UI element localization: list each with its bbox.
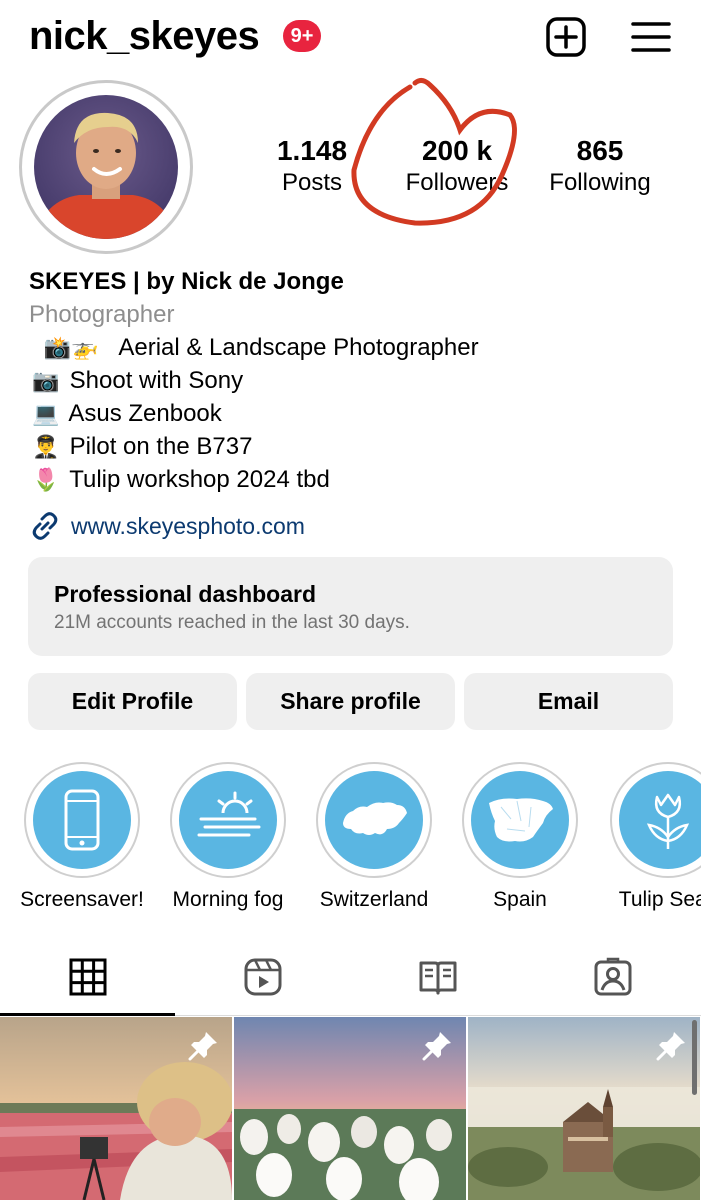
post-thumbnail[interactable]: [0, 1017, 232, 1200]
following-label: Following: [549, 169, 651, 196]
following-count: 865: [576, 135, 624, 166]
followers-stat[interactable]: 200 k Followers: [392, 135, 522, 199]
fog-icon: [179, 771, 277, 869]
highlight-ring: [462, 762, 578, 878]
dashboard-title: Professional dashboard: [54, 581, 317, 607]
posts-stat[interactable]: 1.148 Posts: [262, 135, 362, 199]
tab-guides[interactable]: [350, 940, 525, 1016]
bio-line: 📷 Shoot with Sony: [29, 365, 679, 398]
link-icon: [32, 512, 58, 540]
posts-label: Posts: [281, 169, 343, 196]
post-thumbnail[interactable]: [468, 1017, 700, 1200]
share-profile-button[interactable]: Share profile: [246, 673, 455, 730]
edit-profile-button[interactable]: Edit Profile: [28, 673, 237, 730]
username[interactable]: nick_skeyes: [29, 14, 260, 59]
grid-icon: [69, 958, 107, 996]
highlight-ring: [170, 762, 286, 878]
pin-icon: [656, 1032, 685, 1061]
post-thumbnail[interactable]: [234, 1017, 466, 1200]
switzerland-map-icon: [325, 771, 423, 869]
bio-section: SKEYES | by Nick de Jonge Photographer 📸…: [29, 266, 679, 497]
bio-line: 📸🚁 Aerial & Landscape Photographer: [29, 332, 679, 365]
website-link[interactable]: www.skeyesphoto.com: [29, 510, 305, 542]
category-label: Photographer: [29, 301, 175, 328]
tab-reels[interactable]: [175, 940, 350, 1016]
pin-icon: [422, 1032, 451, 1061]
phone-icon: [33, 771, 131, 869]
website-url[interactable]: www.skeyesphoto.com: [71, 513, 305, 540]
posts-count: 1.148: [276, 135, 348, 166]
bio-line-text: Tulip workshop 2024 tbd: [69, 466, 330, 493]
followers-label: Followers: [405, 169, 509, 196]
notification-badge[interactable]: 9+: [283, 20, 321, 52]
email-button[interactable]: Email: [464, 673, 673, 730]
pilot-emoji: 👨‍✈️: [32, 435, 60, 460]
scrollbar[interactable]: [692, 1020, 697, 1095]
highlight-screensaver[interactable]: Screensaver!: [9, 762, 155, 912]
reels-icon: [244, 958, 282, 996]
followers-count: 200 k: [421, 135, 493, 166]
profile-header: nick_skeyes 9+: [0, 0, 701, 78]
tab-tagged[interactable]: [525, 940, 700, 1016]
bio-line-text: Pilot on the B737: [69, 433, 253, 460]
following-stat[interactable]: 865 Following: [540, 135, 660, 199]
laptop-emoji: 💻: [32, 402, 60, 427]
tulip-icon: [619, 771, 701, 869]
dashboard-subtitle: 21M accounts reached in the last 30 days…: [54, 612, 410, 633]
tab-grid[interactable]: [0, 940, 175, 1016]
avatar-photo: [34, 95, 178, 239]
menu-icon[interactable]: [630, 16, 672, 58]
highlight-ring: [24, 762, 140, 878]
bio-line-text: Aerial & Landscape Photographer: [118, 334, 479, 361]
highlight-label: Screensaver!: [20, 888, 144, 911]
camera-helicopter-emoji: 📸🚁: [43, 336, 99, 361]
highlight-tulip-seas[interactable]: Tulip Seas: [595, 762, 701, 912]
professional-dashboard[interactable]: Professional dashboard 21M accounts reac…: [28, 557, 673, 656]
highlight-spain[interactable]: Spain: [447, 762, 593, 912]
camera-emoji: 📷: [32, 369, 60, 394]
tagged-icon: [594, 957, 632, 996]
add-post-icon[interactable]: [545, 16, 587, 58]
pin-icon: [188, 1032, 217, 1061]
bio-line-text: Asus Zenbook: [68, 400, 222, 427]
highlight-label: Tulip Seas: [618, 888, 701, 911]
bio-line: 💻 Asus Zenbook: [29, 398, 679, 431]
bio-line: 👨‍✈️ Pilot on the B737: [29, 431, 679, 464]
highlight-label: Spain: [493, 888, 547, 911]
display-name: SKEYES | by Nick de Jonge: [29, 268, 344, 295]
tulip-emoji: 🌷: [32, 468, 60, 493]
highlight-switzerland[interactable]: Switzerland: [301, 762, 447, 912]
bio-line: 🌷 Tulip workshop 2024 tbd: [29, 464, 679, 497]
highlight-label: Morning fog: [172, 888, 284, 911]
profile-tabs: [0, 940, 701, 1016]
spain-map-icon: [471, 771, 569, 869]
highlight-morning-fog[interactable]: Morning fog: [155, 762, 301, 912]
highlight-ring: [610, 762, 701, 878]
highlight-ring: [316, 762, 432, 878]
guides-icon: [419, 961, 457, 995]
post-grid: [0, 1017, 701, 1200]
highlight-label: Switzerland: [319, 888, 429, 911]
profile-avatar[interactable]: [19, 80, 193, 254]
bio-line-text: Shoot with Sony: [69, 367, 244, 394]
